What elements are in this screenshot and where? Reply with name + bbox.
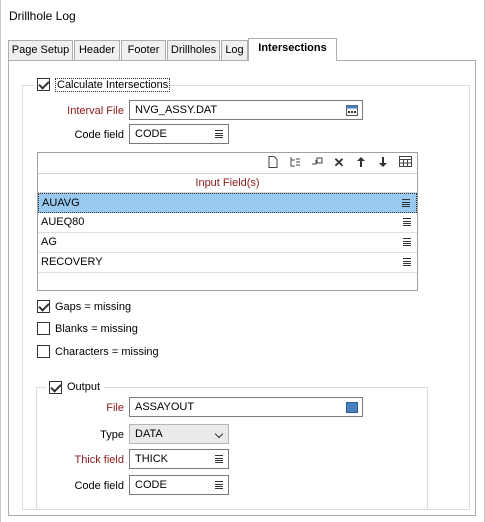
grid-options-icon[interactable] [398, 156, 412, 170]
row-value: RECOVERY [41, 256, 103, 268]
tab-header[interactable]: Header [74, 40, 120, 60]
table-row[interactable]: AUEQ80 [38, 213, 417, 233]
row-value: AG [41, 236, 57, 248]
field-list-icon[interactable] [402, 199, 410, 207]
tab-footer[interactable]: Footer [121, 40, 166, 60]
characters-missing-label[interactable]: Characters = missing [55, 346, 159, 358]
output-type-value: DATA [135, 428, 163, 440]
blanks-missing-label[interactable]: Blanks = missing [55, 323, 138, 335]
code-field-value: CODE [135, 128, 167, 140]
output-file-label: File [106, 402, 124, 414]
gaps-missing-label[interactable]: Gaps = missing [55, 301, 131, 313]
output-file-input[interactable]: ASSAYOUT [129, 397, 363, 417]
append-row-icon[interactable] [310, 156, 324, 170]
output-type-label: Type [100, 429, 124, 441]
table-row[interactable]: RECOVERY [38, 253, 417, 273]
move-down-icon[interactable] [376, 156, 390, 170]
interval-file-input[interactable]: NVG_ASSY.DAT [129, 100, 363, 120]
row-value: AUEQ80 [41, 216, 85, 228]
field-list-icon[interactable] [403, 218, 411, 226]
field-list-icon[interactable] [403, 238, 411, 246]
calculate-intersections-label[interactable]: Calculate Intersections [55, 78, 171, 92]
characters-missing-checkbox[interactable] [37, 345, 50, 358]
field-list-icon[interactable] [215, 481, 223, 489]
output-code-field-label: Code field [74, 480, 124, 492]
tab-drillholes[interactable]: Drillholes [167, 40, 220, 60]
window-border-left [0, 0, 1, 522]
field-list-icon[interactable] [403, 258, 411, 266]
interval-file-value: NVG_ASSY.DAT [135, 104, 218, 116]
thick-field-value: THICK [135, 453, 168, 465]
insert-row-icon[interactable] [288, 156, 302, 170]
output-file-value: ASSAYOUT [135, 401, 195, 413]
new-row-icon[interactable] [266, 156, 280, 170]
chevron-down-icon [214, 429, 224, 439]
tab-label: Intersections [258, 42, 327, 54]
tab-page-setup[interactable]: Page Setup [8, 40, 73, 60]
grid-toolbar: ✕ [38, 153, 417, 173]
tab-label: Log [225, 44, 244, 56]
thick-field-label: Thick field [74, 454, 124, 466]
tab-label: Footer [127, 44, 160, 56]
calculate-intersections-checkbox[interactable] [37, 78, 50, 91]
code-field-input[interactable]: CODE [129, 124, 229, 144]
output-checkbox[interactable] [49, 381, 62, 394]
input-fields-header[interactable]: Input Field(s) [38, 173, 417, 193]
tab-intersections[interactable]: Intersections [248, 38, 337, 61]
thick-field-input[interactable]: THICK [129, 449, 229, 469]
tab-label: Page Setup [11, 44, 70, 56]
field-list-icon[interactable] [215, 130, 223, 138]
gaps-missing-checkbox[interactable] [37, 300, 50, 313]
row-value: AUAVG [42, 197, 80, 209]
table-row[interactable]: AUAVG [38, 193, 417, 213]
output-label[interactable]: Output [67, 381, 100, 393]
window-title: Drillhole Log [9, 9, 76, 23]
input-fields-grid: ✕ Input Field(s) AUAVG AUEQ80 AG RECOVER… [37, 152, 418, 291]
field-list-icon[interactable] [215, 455, 223, 463]
delete-row-icon[interactable]: ✕ [332, 156, 346, 170]
interval-file-label: Interval File [67, 105, 124, 117]
output-code-field-value: CODE [135, 479, 167, 491]
tab-log[interactable]: Log [221, 40, 248, 60]
tab-label: Header [78, 44, 116, 56]
table-row[interactable]: AG [38, 233, 417, 253]
browse-file-icon[interactable] [346, 402, 358, 413]
tab-label: Drillholes [170, 44, 217, 56]
output-code-field-input[interactable]: CODE [129, 475, 229, 495]
code-field-label: Code field [74, 129, 124, 141]
browse-file-icon[interactable] [346, 105, 358, 116]
blanks-missing-checkbox[interactable] [37, 322, 50, 335]
output-type-select[interactable]: DATA [129, 424, 229, 444]
move-up-icon[interactable] [354, 156, 368, 170]
